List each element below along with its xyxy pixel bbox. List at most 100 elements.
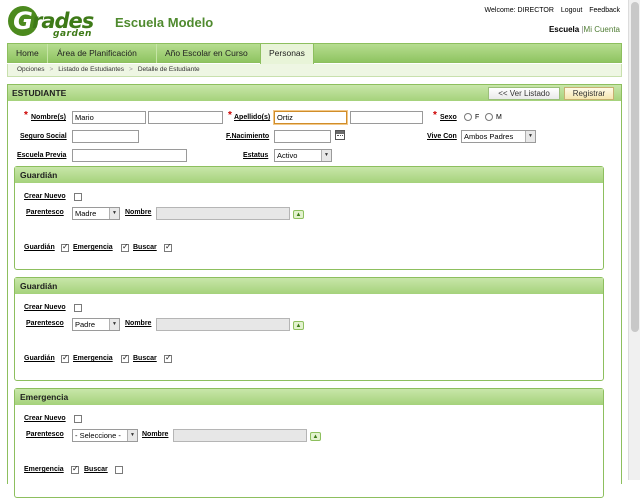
account-menu: Escuela |Mi Cuenta xyxy=(549,25,620,34)
first-name-input[interactable]: Mario xyxy=(72,111,146,124)
relation-select[interactable]: Padre ▼ xyxy=(72,318,120,331)
panel-title: ESTUDIANTE xyxy=(12,88,67,98)
relation-select[interactable]: Madre ▼ xyxy=(72,207,120,220)
breadcrumb-student-list[interactable]: Listado de Estudiantes xyxy=(58,66,124,73)
status-select[interactable]: Activo ▼ xyxy=(274,149,332,162)
flag-label-guardian: Guardián xyxy=(24,244,55,251)
section-title: Guardián xyxy=(15,167,603,183)
create-new-checkbox[interactable] xyxy=(74,193,82,201)
prev-school-input[interactable] xyxy=(72,149,187,162)
feedback-link[interactable]: Feedback xyxy=(589,7,620,14)
create-new-checkbox[interactable] xyxy=(74,415,82,423)
sex-male-label: M xyxy=(496,114,502,121)
page: G rades garden Escuela Modelo Welcome: D… xyxy=(0,0,628,498)
name-label: Nombre xyxy=(125,320,152,327)
guardian-checkbox[interactable] xyxy=(61,242,69,252)
emergency-name-input[interactable] xyxy=(173,429,307,442)
create-new-label: Crear Nuevo xyxy=(24,415,66,422)
chevron-down-icon: ▼ xyxy=(109,208,119,219)
tab-people[interactable]: Personas xyxy=(260,43,314,64)
school-name: Escuela Modelo xyxy=(115,15,214,30)
prev-school-label: Escuela Previa xyxy=(17,152,67,159)
search-checkbox[interactable] xyxy=(115,466,123,474)
user-menu: Welcome: DIRECTOR Logout Feedback xyxy=(480,7,620,14)
create-new-label: Crear Nuevo xyxy=(24,193,66,200)
surnames-label: Apellido(s) xyxy=(234,114,271,121)
calendar-icon[interactable] xyxy=(335,130,345,140)
lives-with-value: Ambos Padres xyxy=(464,132,514,141)
flag-label-emergency: Emergencia xyxy=(73,355,113,362)
sex-male-radio[interactable] xyxy=(485,113,493,121)
chevron-down-icon: ▼ xyxy=(321,150,331,161)
flag-label-emergency: Emergencia xyxy=(24,466,64,473)
chevron-down-icon: ▼ xyxy=(525,131,535,142)
guardian-name-input[interactable] xyxy=(156,318,290,331)
breadcrumb-options[interactable]: Opciones xyxy=(17,66,44,73)
triangle-up-icon[interactable]: ▲ xyxy=(310,432,321,441)
breadcrumb-student-detail: Detalle de Estudiante xyxy=(137,66,200,73)
my-account-link[interactable]: Mi Cuenta xyxy=(584,25,620,34)
emergency-checkbox[interactable] xyxy=(121,353,129,363)
tab-planning[interactable]: Área de Planificación xyxy=(49,44,157,63)
relation-select[interactable]: - Seleccione - ▼ xyxy=(72,429,138,442)
register-button[interactable]: Registrar xyxy=(564,87,614,100)
school-link[interactable]: Escuela xyxy=(549,25,579,34)
guardian-section-2: Guardián Crear Nuevo Parentesco Padre ▼ … xyxy=(14,277,604,381)
lives-with-select[interactable]: Ambos Padres ▼ xyxy=(461,130,536,143)
name-label: Nombre xyxy=(142,431,169,438)
welcome-text: Welcome: DIRECTOR xyxy=(484,7,554,14)
vertical-scrollbar[interactable] xyxy=(628,0,640,480)
student-panel: ESTUDIANTE << Ver Listado Registrar * No… xyxy=(7,84,622,498)
chevron-right-icon: > xyxy=(49,66,54,73)
create-new-label: Crear Nuevo xyxy=(24,304,66,311)
birth-input[interactable] xyxy=(274,130,331,143)
tab-school-year[interactable]: Año Escolar en Curso xyxy=(157,44,262,63)
triangle-up-icon[interactable]: ▲ xyxy=(293,321,304,330)
birth-label: F.Nacimiento xyxy=(226,133,270,140)
guardian-name-input[interactable] xyxy=(156,207,290,220)
status-value: Activo xyxy=(277,151,298,160)
search-checkbox[interactable] xyxy=(164,353,172,363)
sex-label: Sexo xyxy=(440,114,457,121)
middle-name-input[interactable] xyxy=(148,111,223,124)
relation-label: Parentesco xyxy=(26,320,64,327)
chevron-right-icon: > xyxy=(129,66,133,73)
second-last-name-input[interactable] xyxy=(350,111,423,124)
emergency-checkbox[interactable] xyxy=(121,242,129,252)
ssn-input[interactable] xyxy=(72,130,139,143)
triangle-up-icon[interactable]: ▲ xyxy=(293,210,304,219)
search-checkbox[interactable] xyxy=(164,242,172,252)
guardian-checkbox[interactable] xyxy=(61,353,69,363)
relation-value: - Seleccione - xyxy=(75,431,121,440)
flag-label-search: Buscar xyxy=(84,466,108,473)
flag-label-guardian: Guardián xyxy=(24,355,55,362)
back-to-list-button[interactable]: << Ver Listado xyxy=(488,87,560,100)
required-marker: * xyxy=(24,110,28,121)
scrollbar-thumb[interactable] xyxy=(631,2,639,332)
name-label: Nombre xyxy=(125,209,152,216)
gradesgarden-logo[interactable]: G rades garden xyxy=(8,6,104,40)
lives-with-label: Vive Con xyxy=(427,133,457,140)
relation-label: Parentesco xyxy=(26,431,64,438)
flag-label-search: Buscar xyxy=(133,355,157,362)
chevron-down-icon: ▼ xyxy=(109,319,119,330)
status-label: Estatus xyxy=(243,152,269,159)
emergency-section: Emergencia Crear Nuevo Parentesco - Sele… xyxy=(14,388,604,498)
sex-female-radio[interactable] xyxy=(464,113,472,121)
section-title: Guardián xyxy=(15,278,603,294)
tab-home[interactable]: Home xyxy=(8,44,48,63)
required-marker: * xyxy=(433,110,437,121)
guardian-section-1: Guardián Crear Nuevo Parentesco Madre ▼ … xyxy=(14,166,604,270)
main-nav: Home Área de Planificación Año Escolar e… xyxy=(7,43,622,64)
last-name-input[interactable]: Ortiz xyxy=(274,111,347,124)
ssn-label: Seguro Social xyxy=(20,133,67,140)
relation-value: Madre xyxy=(75,209,97,218)
breadcrumb: Opciones > Listado de Estudiantes > Detalle … xyxy=(7,64,622,77)
emergency-checkbox[interactable] xyxy=(71,464,79,474)
sex-female-label: F xyxy=(475,114,480,121)
create-new-checkbox[interactable] xyxy=(74,304,82,312)
logout-link[interactable]: Logout xyxy=(561,7,582,14)
required-marker: * xyxy=(228,110,232,121)
section-title: Emergencia xyxy=(15,389,603,405)
names-label: Nombre(s) xyxy=(31,114,67,121)
